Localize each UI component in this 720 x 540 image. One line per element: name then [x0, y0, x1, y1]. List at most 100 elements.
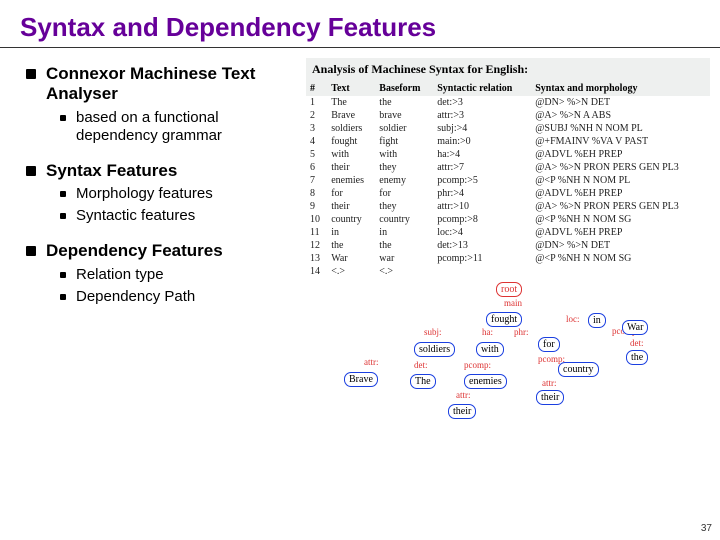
sub-bullet: Dependency Path	[60, 288, 296, 306]
edge-attr: attr:	[542, 378, 557, 388]
table-row: 11ininloc:>4@ADVL %EH PREP	[306, 226, 710, 239]
table-cell: their	[327, 200, 375, 213]
table-cell: 10	[306, 213, 327, 226]
table-cell: pcomp:>8	[433, 213, 531, 226]
table-cell: 8	[306, 187, 327, 200]
table-cell: their	[327, 161, 375, 174]
table-cell: in	[375, 226, 433, 239]
bullet-dependency-features: Dependency Features Relation type Depend…	[26, 241, 296, 305]
node-fought: fought	[486, 312, 522, 327]
table-cell: brave	[375, 109, 433, 122]
table-row: 7enemiesenemypcomp:>5@<P %NH N NOM PL	[306, 174, 710, 187]
machinese-table: Analysis of Machinese Syntax for English…	[306, 58, 710, 278]
table-row: 4foughtfightmain:>0@+FMAINV %VA V PAST	[306, 135, 710, 148]
table-row: 1Thethedet:>3@DN> %>N DET	[306, 96, 710, 109]
table-cell: @DN> %>N DET	[531, 96, 710, 109]
table-row: 9theirtheyattr:>10@A> %>N PRON PERS GEN …	[306, 200, 710, 213]
table-row: 8forforphr:>4@ADVL %EH PREP	[306, 187, 710, 200]
bullet-icon	[60, 272, 66, 278]
node-the: the	[626, 350, 648, 365]
table-cell: @ADVL %EH PREP	[531, 226, 710, 239]
node-their: their	[448, 404, 476, 419]
table-row: 14<.><.>	[306, 265, 710, 278]
table-cell: pcomp:>5	[433, 174, 531, 187]
table-cell: the	[327, 239, 375, 252]
table-cell: 2	[306, 109, 327, 122]
table-cell: @ADVL %EH PREP	[531, 148, 710, 161]
bullet-icon	[26, 69, 36, 79]
table-cell: ha:>4	[433, 148, 531, 161]
table-cell: enemies	[327, 174, 375, 187]
col-morf: Syntax and morphology	[531, 81, 710, 96]
edge-pcomp: pcomp:	[464, 360, 491, 370]
table-cell: phr:>4	[433, 187, 531, 200]
table-cell: 4	[306, 135, 327, 148]
bullets-panel: Connexor Machinese Text Analyser based o…	[0, 58, 300, 472]
table-cell: soldier	[375, 122, 433, 135]
table-cell: 11	[306, 226, 327, 239]
node-enemies: enemies	[464, 374, 507, 389]
table-cell: <.>	[375, 265, 433, 278]
edge-loc: loc:	[566, 314, 580, 324]
table-cell: @ADVL %EH PREP	[531, 187, 710, 200]
bullet-icon	[60, 115, 66, 121]
table-cell: attr:>3	[433, 109, 531, 122]
table-cell: for	[375, 187, 433, 200]
table-cell: loc:>4	[433, 226, 531, 239]
table-cell: the	[375, 239, 433, 252]
content-columns: Connexor Machinese Text Analyser based o…	[0, 58, 720, 472]
sub-bullet-label: Syntactic features	[76, 207, 195, 225]
table-title: Analysis of Machinese Syntax for English…	[306, 58, 710, 81]
table-cell: the	[375, 96, 433, 109]
sub-bullet: based on a functional dependency grammar	[60, 109, 296, 145]
sub-bullet-label: Relation type	[76, 266, 164, 284]
table-cell: attr:>7	[433, 161, 531, 174]
table-cell: enemy	[375, 174, 433, 187]
bullet-connexor: Connexor Machinese Text Analyser based o…	[26, 64, 296, 145]
sub-bullet-label: Dependency Path	[76, 288, 195, 306]
bullet-icon	[60, 294, 66, 300]
col-base: Baseform	[375, 81, 433, 96]
table-cell: 7	[306, 174, 327, 187]
edge-main: main	[504, 298, 522, 308]
table-cell: Brave	[327, 109, 375, 122]
bullet-head: Dependency Features	[46, 241, 296, 261]
bullet-head: Connexor Machinese Text Analyser	[46, 64, 296, 105]
table-cell: @A> %>N PRON PERS GEN PL3	[531, 161, 710, 174]
table-cell: 5	[306, 148, 327, 161]
table-cell: @+FMAINV %VA V PAST	[531, 135, 710, 148]
table-row: 5withwithha:>4@ADVL %EH PREP	[306, 148, 710, 161]
bullet-icon	[60, 213, 66, 219]
table-row: 13Warwarpcomp:>11@<P %NH N NOM SG	[306, 252, 710, 265]
table-cell	[433, 265, 531, 278]
node-war: War	[622, 320, 648, 335]
node-brave: Brave	[344, 372, 378, 387]
table-cell: war	[375, 252, 433, 265]
table-cell: fought	[327, 135, 375, 148]
node-with: with	[476, 342, 504, 357]
bullet-syntax-features: Syntax Features Morphology features Synt…	[26, 161, 296, 225]
table-row: 6theirtheyattr:>7@A> %>N PRON PERS GEN P…	[306, 161, 710, 174]
sub-bullet-label: based on a functional dependency grammar	[76, 109, 296, 145]
table-cell: @<P %NH N NOM PL	[531, 174, 710, 187]
table-cell: in	[327, 226, 375, 239]
node-their: their	[536, 390, 564, 405]
node-country: country	[558, 362, 599, 377]
table-cell: @SUBJ %NH N NOM PL	[531, 122, 710, 135]
edge-det: det:	[630, 338, 644, 348]
table-cell: @DN> %>N DET	[531, 239, 710, 252]
table-cell: attr:>10	[433, 200, 531, 213]
col-text: Text	[327, 81, 375, 96]
edge-phr: phr:	[514, 327, 529, 337]
table-cell: @<P %NH N NOM SG	[531, 213, 710, 226]
node-in: in	[588, 313, 606, 328]
sub-bullet-label: Morphology features	[76, 185, 213, 203]
table-cell: pcomp:>11	[433, 252, 531, 265]
dependency-graph: root main fought subj: soldiers ha: with…	[306, 282, 686, 472]
table-cell: main:>0	[433, 135, 531, 148]
table-cell: with	[375, 148, 433, 161]
table-cell: 13	[306, 252, 327, 265]
table-cell: The	[327, 96, 375, 109]
edge-det: det:	[414, 360, 428, 370]
table-cell: <.>	[327, 265, 375, 278]
